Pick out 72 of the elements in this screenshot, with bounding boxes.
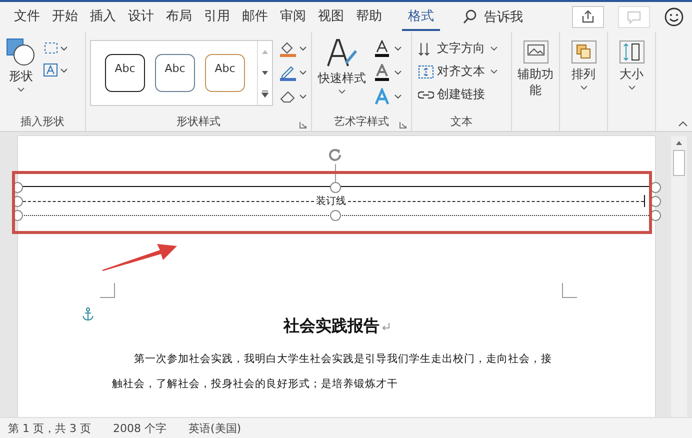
scrollbar-thumb[interactable] [673,150,685,176]
caret-icon [490,69,498,74]
text-effects-icon[interactable] [372,88,404,106]
layers-icon [570,40,596,64]
ribbon-tab[interactable]: 审阅 [274,3,312,31]
ribbon-tab[interactable]: 插入 [84,3,122,31]
text-command-icon [418,64,434,78]
scroll-down-icon[interactable] [260,68,270,77]
smiley-icon[interactable] [664,7,684,27]
caret-icon [628,85,636,90]
shape-style-option[interactable]: Abc [205,54,245,92]
group-label: 文本 [450,114,474,129]
arrange-button[interactable]: 排列 [568,34,598,126]
ribbon-tab[interactable]: 帮助 [350,3,388,31]
document-title: 社会实践报告 [284,316,380,335]
shapes-icon [6,38,36,66]
caret-icon [338,89,346,94]
shapes-button[interactable]: 形状 [4,36,38,114]
pen-icon[interactable] [277,64,309,82]
paragraph-mark-icon [380,322,390,331]
vertical-scrollbar[interactable] [671,136,687,417]
margin-corner-mark [562,283,577,298]
dialog-launcher-icon[interactable] [399,121,407,129]
size-icon [618,40,644,64]
wordart-brush-icon [325,38,359,68]
paragraph-line: 第一次参加社会实践，我明白大学生社会实践是引导我们学生走出校门，走向社会，接 [133,352,553,367]
size-button[interactable]: 大小 [616,34,646,126]
edit-shape-icon[interactable] [42,40,68,56]
ribbon-tab[interactable]: 引用 [198,3,236,31]
more-icon[interactable] [260,90,270,98]
picture-icon [522,40,548,64]
scroll-up-icon[interactable] [675,140,683,146]
caret-icon [490,46,498,51]
group-label: 形状样式 [176,114,220,129]
ribbon-tab[interactable]: 布局 [160,3,198,31]
text-command-button[interactable]: 文字方向 [416,38,507,59]
tell-me-field[interactable]: 告诉我 [484,10,536,24]
share-icon [581,10,595,24]
ribbon-tab[interactable]: 设计 [122,3,160,31]
accessibility-button[interactable]: 辅助功能 [514,34,558,126]
dialog-launcher-icon[interactable] [299,121,307,129]
shape-style-option[interactable]: Abc [105,54,145,92]
text-box-icon[interactable] [42,62,68,78]
group-label: 艺术字样式 [334,114,389,129]
share-button[interactable] [572,6,604,28]
ribbon-tab[interactable]: 视图 [312,3,350,31]
header-text: 装订线 [316,194,346,208]
ribbon-tab[interactable]: 邮件 [236,3,274,31]
word-count[interactable]: 2008 个字 [112,420,166,436]
caret-icon [580,85,588,90]
comment-icon [627,10,641,24]
page-count[interactable]: 第 1 页，共 3 页 [8,420,91,436]
quick-styles-button[interactable]: 快速样式 [316,36,368,114]
text-fill-icon[interactable] [372,40,404,58]
text-outline-icon[interactable] [372,64,404,82]
rotate-handle-icon[interactable] [326,146,344,164]
search-icon [462,9,478,25]
resize-handle[interactable] [330,182,341,193]
language-status[interactable]: 英语(美国) [188,420,242,436]
group-label: 插入形状 [20,114,66,129]
ribbon-tab[interactable]: 文件 [8,3,46,31]
collapse-ribbon-icon[interactable] [678,121,688,127]
anchor-icon [82,307,94,321]
text-command-button[interactable]: 创建链接 [416,84,507,105]
margin-corner-mark [100,283,115,298]
text-command-button[interactable]: 对齐文本 [416,61,507,82]
ribbon-tab[interactable]: 开始 [46,3,84,31]
caret-icon [17,87,25,92]
paragraph-line: 触社会，了解社会，投身社会的良好形式；是培养锻炼才干 [112,377,399,392]
resize-handle[interactable] [330,210,341,221]
fill-icon[interactable] [277,40,309,58]
shape-style-option[interactable]: Abc [155,54,195,92]
